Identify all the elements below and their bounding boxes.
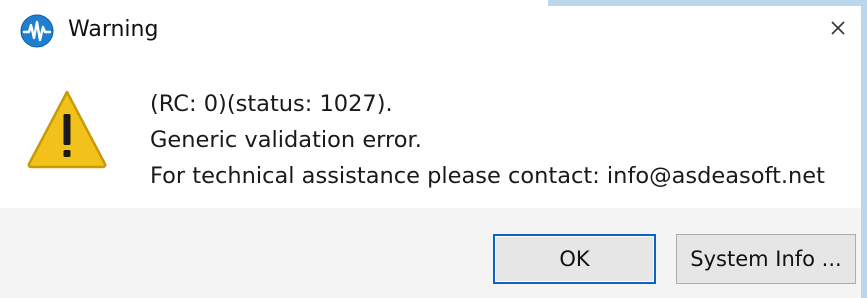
message-line: For technical assistance please contact:…: [150, 163, 825, 189]
message-line: Generic validation error.: [150, 127, 422, 153]
waveform-app-icon: [20, 14, 54, 48]
close-icon[interactable]: [822, 12, 854, 44]
message-text: (RC: 0)(status: 1027). Generic validatio…: [150, 86, 825, 194]
window-title: Warning: [68, 17, 159, 42]
warning-dialog: Warning (RC: 0)(status: 1027). Generic v…: [0, 0, 867, 298]
ok-button[interactable]: OK: [493, 234, 656, 284]
title-bar[interactable]: Warning: [0, 0, 861, 60]
message-line: (RC: 0)(status: 1027).: [150, 91, 393, 117]
system-info-button[interactable]: System Info ...: [676, 234, 856, 284]
warning-triangle-icon: [27, 90, 107, 169]
window-edge-right: [861, 0, 867, 298]
